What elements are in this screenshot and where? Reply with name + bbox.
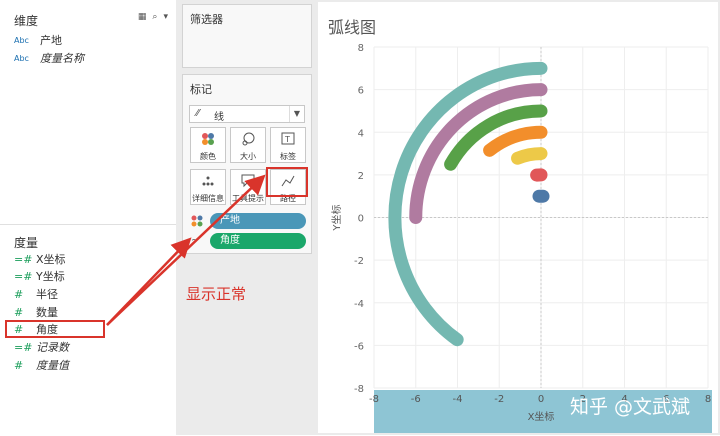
y-tick-label: -8	[354, 384, 364, 395]
x-tick-label: 8	[705, 394, 711, 405]
mark-type-select[interactable]: ⁄⁄ 线 ▼	[189, 105, 305, 123]
y-tick-label: 6	[358, 86, 364, 97]
x-tick-label: -6	[411, 394, 421, 405]
annotation-note: 显示正常	[186, 283, 246, 304]
measure-label: 数量	[36, 304, 58, 320]
x-tick-label: -2	[494, 394, 504, 405]
chart-sheet: 弧线图 86420-2-4-6-8-8-6-4-202468Y坐标X坐标 知乎 …	[318, 2, 718, 433]
y-tick-label: 8	[358, 43, 364, 54]
button-label: 大小	[231, 151, 265, 162]
watermark: 知乎 @文武斌	[570, 392, 690, 419]
measure-label: 半径	[36, 286, 58, 302]
filters-title: 筛选器	[190, 11, 223, 27]
angle-field-highlight	[5, 320, 105, 338]
y-tick-label: -4	[354, 299, 364, 310]
measure-field[interactable]: =# 记录数	[14, 339, 69, 355]
measures-header: 度量	[0, 230, 176, 250]
number-type-icon: #	[14, 306, 30, 319]
button-label: 工具提示	[231, 193, 265, 204]
y-axis-title: Y坐标	[331, 204, 343, 231]
string-type-icon: Abc	[14, 36, 34, 45]
color-button[interactable]: 颜色	[190, 127, 226, 163]
measure-field[interactable]: =# Y坐标	[14, 268, 65, 284]
measure-field[interactable]: =# X坐标	[14, 251, 66, 267]
number-type-icon: =#	[14, 253, 30, 266]
label-button[interactable]: T 标签	[270, 127, 306, 163]
button-label: 标签	[271, 151, 305, 162]
marks-title: 标记	[190, 81, 212, 97]
search-icon[interactable]: ⌕	[152, 13, 157, 22]
dimension-label: 度量名称	[40, 50, 84, 66]
measure-label: 度量值	[36, 357, 69, 373]
svg-text:T: T	[284, 135, 290, 144]
dimension-field[interactable]: Abc 产地	[14, 32, 62, 48]
dimensions-title: 维度	[14, 12, 38, 29]
marks-card: 标记 ⁄⁄ 线 ▼ 颜色 大小 T 标签 详细信息 工具提示 路径	[182, 74, 312, 254]
tooltip-icon	[231, 174, 265, 191]
view-toggle-icon[interactable]: ▦	[138, 13, 147, 22]
color-encoding-icon	[191, 215, 203, 230]
number-type-icon: =#	[14, 270, 30, 283]
tooltip-button[interactable]: 工具提示	[230, 169, 266, 205]
chevron-down-icon: ▼	[289, 106, 304, 122]
color-icon	[191, 132, 225, 149]
cards-column: 筛选器 标记 ⁄⁄ 线 ▼ 颜色 大小 T 标签 详细信息 工具提示	[176, 0, 316, 435]
number-type-icon: #	[14, 288, 30, 301]
path-encoding-icon: ∼	[191, 235, 199, 246]
arc-chart[interactable]: 86420-2-4-6-8-8-6-4-202468Y坐标X坐标	[318, 2, 718, 433]
detail-icon	[191, 174, 225, 191]
mark-type-label: 线	[214, 108, 224, 123]
x-axis-title: X坐标	[528, 411, 555, 423]
dimension-field[interactable]: Abc 度量名称	[14, 50, 84, 66]
button-label: 详细信息	[191, 193, 225, 204]
size-icon	[231, 132, 265, 149]
origin-pill[interactable]: 产地	[210, 213, 306, 229]
data-pane: 维度 ▦ ⌕ ▾ Abc 产地 Abc 度量名称 度量 =# X坐标 =# Y坐…	[0, 0, 177, 435]
measure-field[interactable]: # 度量值	[14, 357, 69, 373]
size-button[interactable]: 大小	[230, 127, 266, 163]
measures-title: 度量	[14, 234, 38, 251]
x-tick-label: -8	[369, 394, 379, 405]
menu-dropdown-icon[interactable]: ▾	[163, 13, 168, 22]
y-tick-label: -6	[354, 341, 364, 352]
pane-divider	[0, 224, 176, 225]
measure-field[interactable]: # 半径	[14, 286, 58, 302]
line-mark-icon: ⁄⁄	[196, 108, 199, 119]
filters-card[interactable]: 筛选器	[182, 4, 312, 68]
x-tick-label: -4	[453, 394, 463, 405]
chart-area: 弧线图 86420-2-4-6-8-8-6-4-202468Y坐标X坐标 知乎 …	[316, 0, 720, 435]
y-tick-label: 0	[358, 214, 364, 225]
x-tick-label: 0	[538, 394, 544, 405]
detail-button[interactable]: 详细信息	[190, 169, 226, 205]
measure-label: X坐标	[36, 251, 66, 267]
number-type-icon: =#	[14, 341, 30, 354]
button-label: 颜色	[191, 151, 225, 162]
sheet-title: 弧线图	[328, 14, 376, 38]
measure-label: 记录数	[36, 339, 69, 355]
y-tick-label: 4	[358, 128, 364, 139]
y-tick-label: 2	[358, 171, 364, 182]
string-type-icon: Abc	[14, 54, 34, 63]
dimensions-header: 维度 ▦ ⌕ ▾	[0, 8, 176, 28]
label-icon: T	[271, 132, 305, 149]
number-type-icon: #	[14, 359, 30, 372]
y-tick-label: -2	[354, 256, 364, 267]
measure-field[interactable]: # 数量	[14, 304, 58, 320]
arc-series	[518, 154, 541, 159]
angle-pill[interactable]: 角度	[210, 233, 306, 249]
path-button-highlight	[266, 167, 308, 197]
measure-label: Y坐标	[36, 268, 65, 284]
dimension-label: 产地	[40, 32, 62, 48]
